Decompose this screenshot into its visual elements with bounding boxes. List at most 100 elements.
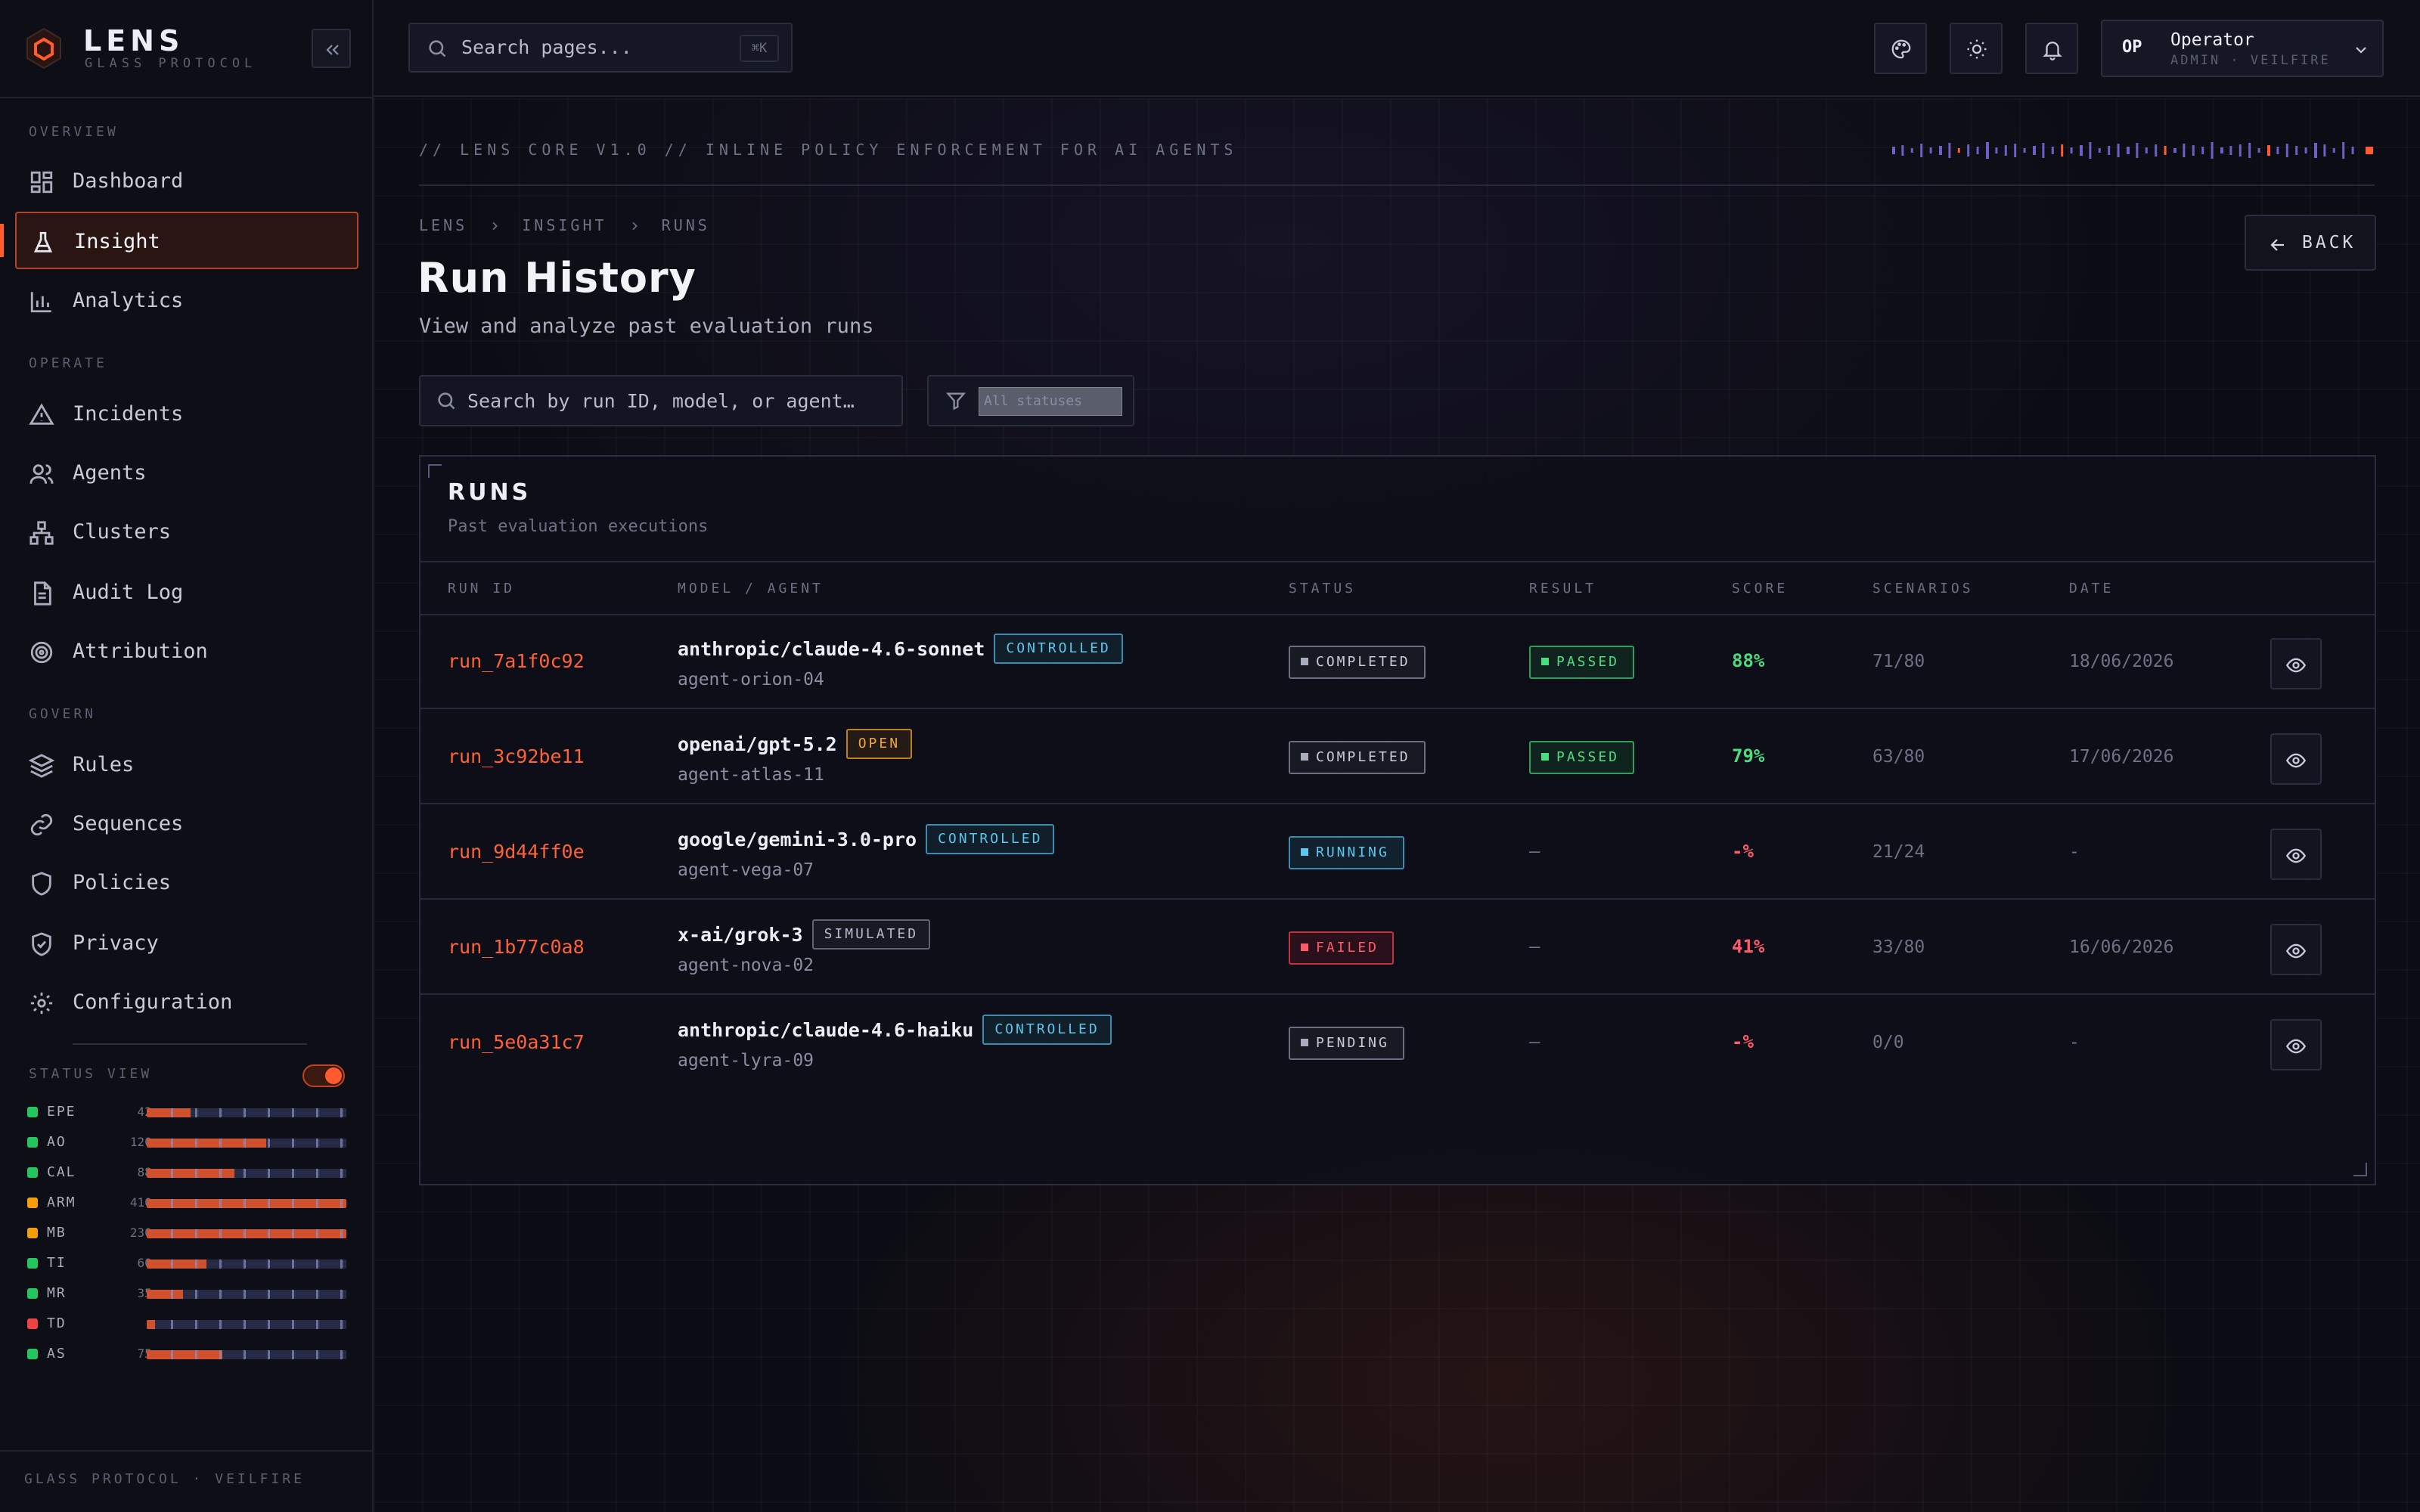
brand-subtitle: GLASS PROTOCOL bbox=[85, 56, 257, 71]
column-header-result[interactable]: RESULT bbox=[1529, 581, 1596, 596]
score-value: -% bbox=[1732, 1031, 1754, 1052]
chevron-right-icon bbox=[492, 222, 498, 231]
alert-triangle-icon bbox=[29, 403, 54, 425]
waveform-bar bbox=[2351, 147, 2354, 154]
latency-tick bbox=[292, 1350, 294, 1359]
scenarios-count: 0/0 bbox=[1872, 1033, 1904, 1052]
scenarios-count: 21/24 bbox=[1872, 842, 1925, 862]
result-empty: — bbox=[1529, 936, 1540, 957]
run-id-link[interactable]: run_9d44ff0e bbox=[448, 841, 585, 863]
status-view-toggle[interactable] bbox=[302, 1064, 345, 1087]
waveform-end-marker bbox=[2366, 147, 2373, 154]
status-filter-select[interactable]: All statuses bbox=[979, 387, 1122, 416]
latency-tick bbox=[171, 1290, 173, 1299]
sidebar-item-clusters[interactable]: Clusters bbox=[15, 503, 358, 561]
sidebar-item-analytics[interactable]: Analytics bbox=[15, 272, 358, 330]
score-value: 79% bbox=[1732, 745, 1765, 767]
flask-icon bbox=[33, 231, 53, 253]
latency-tick bbox=[316, 1290, 318, 1299]
breadcrumb-lens[interactable]: LENS bbox=[419, 216, 467, 234]
breadcrumb-insight[interactable]: INSIGHT bbox=[522, 216, 607, 234]
sidebar-item-agents[interactable]: Agents bbox=[15, 445, 358, 502]
sidebar-item-label: Incidents bbox=[73, 402, 184, 426]
latency-tick bbox=[316, 1108, 318, 1117]
table-row[interactable]: run_7a1f0c92 anthropic/claude-4.6-sonnet C… bbox=[420, 615, 2375, 709]
run-search-input[interactable]: Search by run ID, model, or agent… bbox=[419, 375, 903, 426]
user-role: ADMIN · VEILFIRE bbox=[2170, 53, 2331, 68]
sidebar-item-sequences[interactable]: Sequences bbox=[15, 795, 358, 853]
brand[interactable]: LENS GLASS PROTOCOL bbox=[21, 23, 354, 74]
latency-tick bbox=[195, 1169, 197, 1178]
global-search-input[interactable]: Search pages... ⌘K bbox=[408, 23, 793, 73]
scenarios-count: 33/80 bbox=[1872, 937, 1925, 957]
column-header-scenarios[interactable]: SCENARIOS bbox=[1872, 581, 1974, 596]
column-header-run-id[interactable]: RUN ID bbox=[448, 581, 515, 596]
sidebar-item-policies[interactable]: Policies bbox=[15, 854, 358, 912]
collapse-sidebar-button[interactable] bbox=[312, 29, 351, 68]
column-header-model-agent[interactable]: MODEL / AGENT bbox=[678, 581, 824, 596]
status-badge: COMPLETED bbox=[1289, 741, 1426, 774]
column-header-score[interactable]: SCORE bbox=[1732, 581, 1788, 596]
latency-tick bbox=[340, 1139, 343, 1148]
sidebar-item-configuration[interactable]: Configuration bbox=[15, 974, 358, 1031]
brand-name: LENS bbox=[83, 24, 185, 57]
sidebar-item-privacy[interactable]: Privacy bbox=[15, 915, 358, 972]
sidebar-item-audit-log[interactable]: Audit Log bbox=[15, 564, 358, 621]
table-row[interactable]: run_3c92be11 openai/gpt-5.2 OPEN agent-atla… bbox=[420, 711, 2375, 804]
network-icon bbox=[29, 521, 54, 545]
chevron-right-icon bbox=[632, 222, 638, 231]
sidebar-item-rules[interactable]: Rules bbox=[15, 736, 358, 794]
column-header-date[interactable]: DATE bbox=[2069, 581, 2114, 596]
latency-tick bbox=[219, 1259, 222, 1269]
table-row[interactable]: run_5e0a31c7 anthropic/claude-4.6-haiku CO… bbox=[420, 996, 2375, 1090]
back-button[interactable]: BACK bbox=[2245, 215, 2376, 271]
waveform-bar bbox=[2127, 147, 2130, 154]
model-mode-badge: SIMULATED bbox=[811, 919, 931, 950]
status-dot bbox=[27, 1198, 38, 1208]
latency-tick bbox=[268, 1350, 270, 1359]
run-id-link[interactable]: run_3c92be11 bbox=[448, 745, 585, 767]
card-divider bbox=[420, 561, 2375, 562]
shield-check-icon bbox=[32, 932, 51, 956]
view-run-button[interactable] bbox=[2270, 638, 2322, 689]
hexagon-logo-icon bbox=[26, 27, 61, 70]
user-name: Operator bbox=[2170, 30, 2254, 50]
run-id-link[interactable]: run_1b77c0a8 bbox=[448, 936, 585, 958]
result-label: PASSED bbox=[1556, 749, 1620, 765]
run-id-link[interactable]: run_7a1f0c92 bbox=[448, 650, 585, 672]
status-dot bbox=[27, 1349, 38, 1359]
status-row: ARM410ms bbox=[27, 1191, 348, 1214]
waveform-bar bbox=[2173, 148, 2176, 153]
column-header-status[interactable]: STATUS bbox=[1289, 581, 1356, 596]
latency-tick bbox=[340, 1290, 343, 1299]
view-run-button[interactable] bbox=[2270, 924, 2322, 975]
waveform-bar bbox=[1967, 144, 1970, 156]
notifications-button[interactable] bbox=[2025, 23, 2078, 74]
run-id-link[interactable]: run_5e0a31c7 bbox=[448, 1031, 585, 1053]
sidebar-item-insight[interactable]: Insight bbox=[15, 212, 358, 269]
waveform-bar bbox=[1910, 148, 1913, 153]
waveform-bar bbox=[2155, 144, 2158, 156]
sidebar-item-incidents[interactable]: Incidents bbox=[15, 386, 358, 443]
view-run-button[interactable] bbox=[2270, 1019, 2322, 1070]
waveform-bar bbox=[2042, 143, 2045, 158]
theme-palette-button[interactable] bbox=[1874, 23, 1927, 74]
waveform-bar bbox=[2089, 142, 2092, 159]
sidebar-item-dashboard[interactable]: Dashboard bbox=[15, 153, 358, 210]
latency-tick bbox=[219, 1320, 222, 1329]
table-row[interactable]: run_1b77c0a8 x-ai/grok-3 SIMULATED agent-no… bbox=[420, 901, 2375, 995]
light-mode-button[interactable] bbox=[1950, 23, 2003, 74]
model-name: anthropic/claude-4.6-sonnet bbox=[678, 637, 985, 660]
view-run-button[interactable] bbox=[2270, 733, 2322, 785]
latency-tick bbox=[268, 1259, 270, 1269]
status-filter[interactable]: All statuses bbox=[927, 375, 1134, 426]
nav-section-govern: GOVERN bbox=[29, 706, 97, 722]
waveform-bar bbox=[2192, 145, 2195, 156]
document-icon bbox=[34, 581, 51, 606]
table-row[interactable]: run_9d44ff0e google/gemini-3.0-pro CONTROL… bbox=[420, 806, 2375, 900]
user-menu[interactable]: OP Operator ADMIN · VEILFIRE bbox=[2101, 20, 2384, 77]
latency-tick bbox=[219, 1139, 222, 1148]
result-dot bbox=[1541, 753, 1549, 761]
view-run-button[interactable] bbox=[2270, 829, 2322, 880]
sidebar-item-attribution[interactable]: Attribution bbox=[15, 623, 358, 680]
